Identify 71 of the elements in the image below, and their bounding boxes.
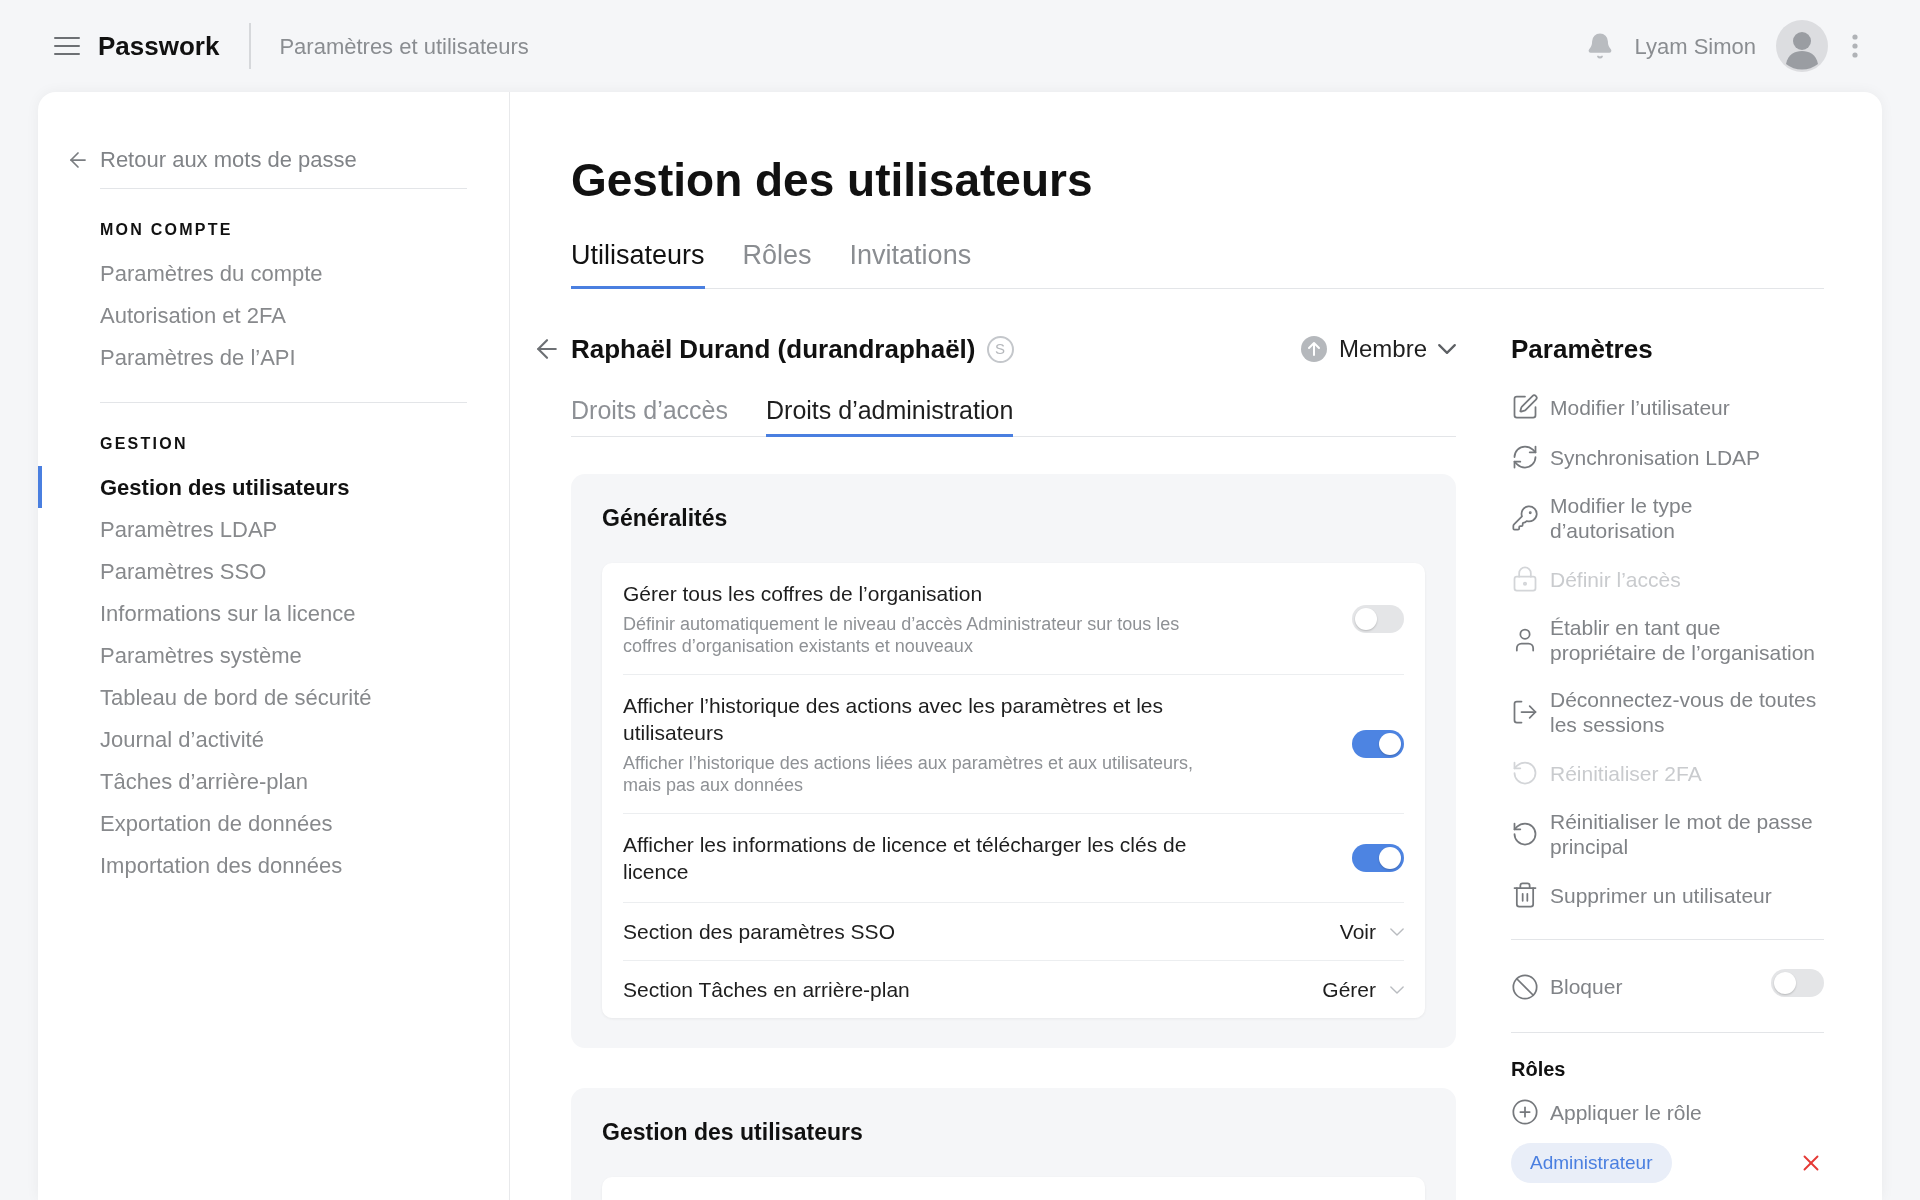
tab[interactable]: Invitations: [849, 239, 972, 289]
setting-label: Section Tâches en arrière-plan: [623, 977, 910, 1003]
sidebar-item[interactable]: Exportation de données: [38, 802, 467, 844]
sidebar-item[interactable]: Tâches d’arrière-plan: [38, 760, 467, 802]
sidebar-item[interactable]: Paramètres système: [38, 634, 467, 676]
arrow-up-circle-icon: [1300, 336, 1327, 362]
circular-arrows-icon: [1511, 443, 1539, 471]
logout-icon: [1511, 698, 1539, 726]
circled-letter-badge: S: [986, 335, 1014, 363]
padlock-icon: [1511, 565, 1539, 593]
tab[interactable]: Utilisateurs: [571, 239, 705, 289]
chevron-down-icon: [1390, 927, 1404, 936]
sidebar-item[interactable]: Journal d’activité: [38, 718, 467, 760]
setting-description: Afficher l’historique des actions liées aux paramètres et aux utilisateurs, mais pas aux données: [623, 752, 1194, 796]
sidebar-item[interactable]: Paramètres du compte: [38, 252, 467, 294]
panel-title: Paramètres: [1511, 333, 1653, 366]
value-dropdown[interactable]: Gérer: [1322, 976, 1404, 1003]
plus-circle-icon: [1511, 1098, 1539, 1126]
setting-label: Gérer tous les coffres de l’organisation: [623, 581, 983, 607]
app-name: Passwork: [98, 29, 220, 63]
tab[interactable]: Rôles: [742, 239, 812, 289]
action-item[interactable]: Synchronisation LDAP: [1511, 443, 1761, 471]
setting-label: Section des paramètres SSO: [623, 919, 895, 945]
back-link[interactable]: Retour aux mots de passe: [66, 146, 357, 174]
action-item[interactable]: Déconnectez-vous de toutes les sessions: [1511, 687, 1820, 737]
section-heading: MON COMPTE: [100, 220, 233, 240]
menu-icon[interactable]: [54, 36, 80, 56]
section-title: Rôles: [1511, 1057, 1566, 1081]
sidebar-item[interactable]: Autorisation et 2FA: [38, 294, 467, 336]
edit-icon: [1511, 393, 1539, 421]
page-title: Gestion des utilisateurs: [571, 153, 1093, 207]
sidebar-item[interactable]: Paramètres LDAP: [38, 508, 467, 550]
toggle-switch[interactable]: [1352, 730, 1404, 758]
setting-description: Définir automatiquement le niveau d’accès Administrateur sur tous les coffres d’organisation existants et nouveaux: [623, 613, 1181, 657]
setting-label: Afficher l’historique des actions avec les paramètres et les utilisateurs: [623, 693, 1165, 746]
user-name-title: Raphaël Durand (durandraphaël): [571, 332, 976, 366]
setting-label: Bloquer: [1550, 973, 1623, 1000]
sidebar-item[interactable]: Informations sur la licence: [38, 592, 467, 634]
chevron-down-icon: [1390, 985, 1404, 994]
counterclockwise-arrow-icon: [1511, 759, 1539, 787]
apply-role-button[interactable]: Appliquer le rôle: [1511, 1098, 1702, 1126]
value-dropdown[interactable]: Voir: [1339, 918, 1404, 945]
sidebar-item[interactable]: Tableau de bord de sécurité: [38, 676, 467, 718]
action-item[interactable]: Établir en tant que propriétaire de l’organisation: [1511, 615, 1820, 665]
action-item[interactable]: Supprimer un utilisateur: [1511, 881, 1772, 909]
section-title: Gestion des utilisateurs: [602, 1118, 863, 1146]
trash-icon: [1511, 881, 1539, 909]
toggle-switch[interactable]: [1352, 604, 1404, 633]
counterclockwise-arrow-icon: [1511, 820, 1539, 848]
sidebar-item[interactable]: Paramètres de l’API: [38, 336, 467, 378]
sidebar-item[interactable]: Gestion des utilisateurs: [38, 466, 467, 508]
user-name: Lyam Simon: [1634, 32, 1756, 61]
role-dropdown[interactable]: Membre: [1300, 331, 1456, 367]
page-breadcrumb: Paramètres et utilisateurs: [279, 32, 529, 61]
key-icon: [1511, 504, 1539, 532]
section-title: Généralités: [602, 504, 728, 532]
toggle-switch[interactable]: [1352, 844, 1404, 872]
user-avatar[interactable]: [1776, 20, 1828, 72]
sidebar-item[interactable]: Paramètres SSO: [38, 550, 467, 592]
chevron-down-icon: [1438, 344, 1456, 354]
section-heading: GESTION: [100, 434, 188, 454]
sidebar-item[interactable]: Importation des données: [38, 844, 467, 886]
tab[interactable]: Droits d’accès: [571, 395, 728, 437]
setting-label: Afficher les informations de licence et télécharger les clés de licence: [623, 832, 1188, 885]
tab[interactable]: Droits d’administration: [766, 395, 1014, 437]
role-tag: Administrateur: [1511, 1143, 1672, 1183]
block-icon: [1511, 972, 1539, 1001]
toggle-switch[interactable]: [1771, 969, 1824, 997]
action-item[interactable]: Réinitialiser le mot de passe principal: [1511, 809, 1820, 859]
action-item[interactable]: Modifier l’utilisateur: [1511, 393, 1730, 421]
action-item[interactable]: Modifier le type d’autorisation: [1511, 493, 1820, 543]
